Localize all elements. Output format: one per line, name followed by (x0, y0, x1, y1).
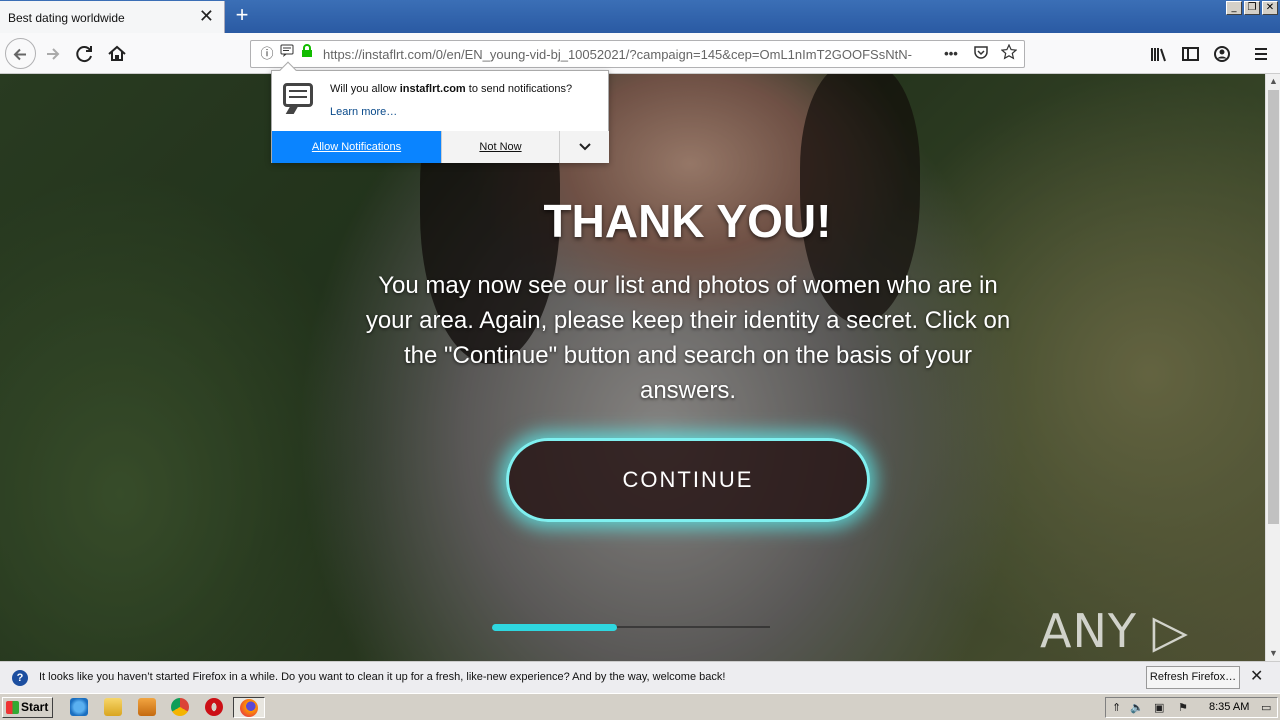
tab-title: Best dating worldwide (8, 11, 125, 25)
chat-bubble-lines (289, 90, 307, 98)
question-icon: ? (12, 670, 28, 686)
infobar-message: It looks like you haven’t started Firefo… (39, 671, 726, 683)
scroll-down-icon[interactable]: ▼ (1266, 646, 1280, 661)
chat-bubble-tail (285, 106, 299, 114)
tray-expand-icon[interactable]: ⇑ (1112, 701, 1121, 714)
not-now-button[interactable]: Not Now (441, 131, 559, 163)
volume-icon[interactable]: 🔈 (1130, 701, 1144, 714)
hamburger-icon (1255, 48, 1267, 60)
system-tray: ⇑ 🔈 ▣ ⚑ 8:35 AM ▭ (1105, 697, 1278, 718)
pocket-icon[interactable] (973, 44, 989, 66)
continue-button[interactable]: CONTINUE (506, 438, 870, 522)
start-label: Start (21, 700, 49, 714)
page-headline: THANK YOU! (543, 195, 832, 247)
allow-notifications-button[interactable]: Allow Notifications (272, 131, 441, 163)
close-window-button[interactable]: ✕ (1262, 1, 1278, 15)
tab-close-icon[interactable]: ✕ (199, 7, 214, 25)
home-button[interactable] (104, 41, 130, 67)
page-actions-icon[interactable]: ••• (943, 44, 959, 64)
forward-button[interactable] (40, 41, 66, 67)
progress-bar (492, 624, 617, 631)
internet-explorer-icon[interactable] (70, 698, 88, 716)
media-player-icon[interactable] (138, 698, 156, 716)
reload-icon (76, 46, 92, 63)
address-bar[interactable]: ⓘ https://instaflrt.com/0/en/EN_young-vi… (250, 40, 1025, 68)
page-scrollbar[interactable]: ▲ ▼ (1265, 74, 1280, 661)
popup-message-suffix: to send notifications? (465, 83, 573, 95)
url-text[interactable]: https://instaflrt.com/0/en/EN_young-vid-… (323, 47, 913, 62)
opera-icon[interactable] (205, 698, 223, 716)
more-options-button[interactable] (559, 131, 609, 163)
windows-taskbar: Start ⇑ 🔈 ▣ ⚑ 8:35 AM ▭ (0, 693, 1280, 720)
back-button[interactable] (5, 38, 36, 69)
file-explorer-icon[interactable] (104, 698, 122, 716)
minimize-button[interactable]: _ (1226, 1, 1242, 15)
back-arrow-icon (13, 48, 26, 61)
notification-permission-popup: Will you allow instaflrt.com to send not… (271, 61, 609, 163)
page-content: THANK YOU! You may now see our list and … (0, 74, 1265, 661)
chevron-down-icon (578, 143, 591, 151)
clock[interactable]: 8:35 AM (1209, 701, 1249, 713)
new-tab-button[interactable]: + (231, 4, 253, 28)
network-icon[interactable]: ▣ (1154, 701, 1164, 714)
scroll-up-icon[interactable]: ▲ (1266, 74, 1280, 89)
library-button[interactable] (1145, 41, 1171, 67)
account-button[interactable] (1209, 41, 1235, 67)
action-center-flag-icon[interactable]: ⚑ (1178, 701, 1188, 714)
sidebar-icon (1182, 47, 1199, 61)
home-icon (108, 45, 126, 61)
forward-arrow-icon (47, 48, 60, 60)
notification-infobar: ? It looks like you haven’t started Fire… (0, 661, 1280, 693)
lock-icon[interactable] (299, 44, 315, 64)
tab-strip: Best dating worldwide ✕ + _ ❐ ✕ (0, 0, 1280, 33)
popup-message-prefix: Will you allow (330, 83, 400, 95)
bookmark-star-icon[interactable] (1000, 43, 1018, 66)
screen: Best dating worldwide ✕ + _ ❐ ✕ ⓘ https:… (0, 0, 1280, 720)
sidebar-button[interactable] (1177, 41, 1203, 67)
windows-logo-icon (6, 701, 19, 714)
navigation-toolbar: ⓘ https://instaflrt.com/0/en/EN_young-vi… (0, 33, 1280, 74)
library-icon (1151, 48, 1166, 62)
info-icon[interactable]: ⓘ (259, 44, 275, 64)
menu-button[interactable] (1248, 41, 1274, 67)
refresh-firefox-button[interactable]: Refresh Firefox… (1146, 666, 1240, 689)
browser-tab[interactable]: Best dating worldwide ✕ (0, 1, 225, 33)
page-body-text: You may now see our list and photos of w… (365, 272, 1011, 404)
reload-button[interactable] (72, 41, 98, 67)
popup-site: instaflrt.com (399, 83, 466, 95)
start-button[interactable]: Start (2, 697, 53, 718)
chrome-icon[interactable] (171, 698, 189, 716)
show-desktop-icon[interactable]: ▭ (1261, 701, 1271, 714)
account-icon (1214, 46, 1230, 62)
anyrun-watermark: ANY ▷ RUN (1040, 604, 1189, 661)
learn-more-link[interactable]: Learn more… (330, 106, 397, 118)
firefox-icon (240, 699, 258, 717)
popup-message: Will you allow instaflrt.com to send not… (330, 83, 572, 95)
scroll-thumb[interactable] (1268, 90, 1279, 524)
restore-button[interactable]: ❐ (1244, 1, 1260, 15)
firefox-taskbar-button[interactable] (233, 697, 265, 718)
window-controls: _ ❐ ✕ (1226, 1, 1278, 15)
infobar-close-icon[interactable]: ✕ (1250, 667, 1263, 687)
